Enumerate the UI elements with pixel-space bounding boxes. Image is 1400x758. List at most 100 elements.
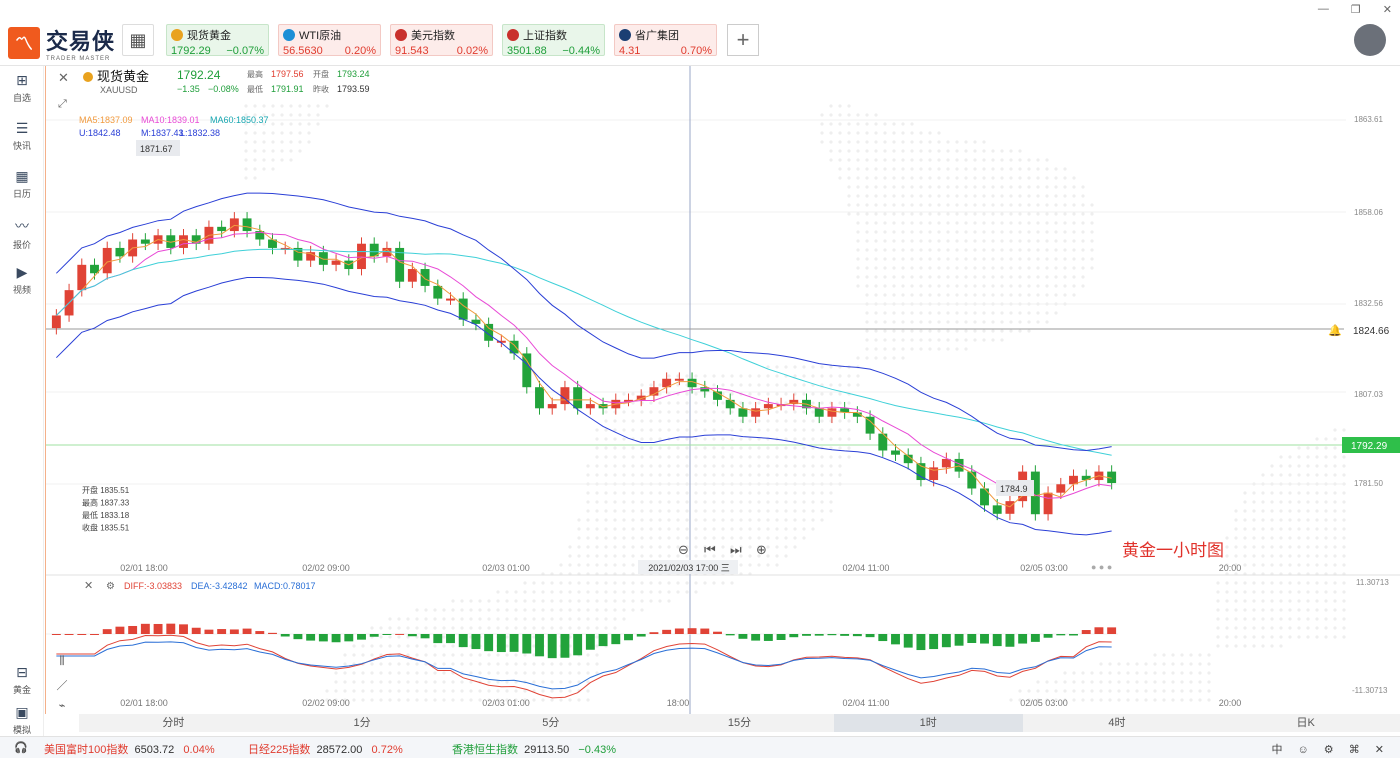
quote-card[interactable]: 上证指数 3501.88 −0.44%: [502, 24, 605, 57]
map-dot: [1306, 635, 1310, 639]
sidebar-item-6[interactable]: ▣ 模拟: [0, 704, 44, 736]
map-dot: [766, 509, 770, 513]
map-dot: [469, 653, 473, 657]
quote-card[interactable]: 省广集团 4.31 0.70%: [614, 24, 717, 57]
avatar[interactable]: [1354, 24, 1386, 56]
sidebar-item-1[interactable]: ☰ 快讯: [0, 120, 44, 152]
status-index[interactable]: 美国富时100指数 6503.72 0.04%: [44, 741, 215, 757]
timeframe-tab[interactable]: 日K: [1211, 714, 1400, 732]
status-index[interactable]: 香港恒生指数 29113.50 −0.43%: [452, 741, 616, 757]
map-dot: [595, 518, 599, 522]
quote-card[interactable]: WTI原油 56.5630 0.20%: [278, 24, 381, 57]
layout-grid-button[interactable]: ▦: [122, 24, 154, 56]
candle-style-icon[interactable]: ⫼: [49, 655, 75, 677]
map-dot: [892, 248, 896, 252]
map-dot: [1234, 554, 1238, 558]
map-dot: [955, 320, 959, 324]
candle: [535, 387, 544, 409]
map-dot: [1279, 617, 1283, 621]
minimize-button[interactable]: —: [1318, 3, 1329, 16]
sidebar-item-5[interactable]: ⊟ 黄金: [0, 664, 44, 696]
map-dot: [622, 410, 626, 414]
map-dot: [928, 311, 932, 315]
map-dot: [451, 653, 455, 657]
map-dot: [541, 581, 545, 585]
map-dot: [1297, 500, 1301, 504]
sidebar-item-3[interactable]: 〰报价: [0, 216, 44, 251]
map-dot: [1270, 536, 1274, 540]
map-dot: [865, 320, 869, 324]
map-dot: [415, 626, 419, 630]
quote-price: 91.543: [395, 45, 429, 57]
map-dot: [1180, 680, 1184, 684]
map-dot: [766, 374, 770, 378]
map-dot: [1297, 608, 1301, 612]
map-dot: [1009, 194, 1013, 198]
timeframe-tab[interactable]: 5分: [456, 714, 645, 732]
map-dot: [937, 320, 941, 324]
map-dot: [1306, 500, 1310, 504]
map-dot: [334, 689, 338, 693]
map-dot: [883, 275, 887, 279]
map-dot: [892, 149, 896, 153]
map-dot: [658, 527, 662, 531]
timeframe-tab[interactable]: 15分: [645, 714, 834, 732]
sidebar-item-0[interactable]: ⊞ 自选: [0, 72, 44, 104]
map-dot: [1243, 509, 1247, 513]
close-window-button[interactable]: ✕: [1383, 3, 1392, 16]
sidebar-item-4[interactable]: ▶ 视频: [0, 264, 44, 296]
price-chart[interactable]: ✕⤢现货黄金XAUUSD1792.24−1.35 −0.08%最高 1797.56 开…: [46, 66, 1400, 744]
draw-line-icon[interactable]: ／: [49, 677, 75, 699]
map-dot: [1243, 545, 1247, 549]
map-dot: [1099, 698, 1103, 702]
map-dot: [1225, 635, 1229, 639]
map-dot: [1045, 194, 1049, 198]
macd-bar: [1030, 634, 1040, 642]
timeframe-tab[interactable]: 1时: [833, 714, 1023, 732]
indicator-icon[interactable]: ⌁: [49, 699, 75, 721]
map-dot: [1315, 455, 1319, 459]
macd-bar: [891, 634, 900, 645]
map-dot: [1324, 518, 1328, 522]
map-dot: [559, 689, 563, 693]
timeframe-tab[interactable]: 4时: [1023, 714, 1212, 732]
timeframe-tab[interactable]: 1分: [268, 714, 457, 732]
map-dot: [865, 356, 869, 360]
timeframe-tab[interactable]: 分时: [79, 714, 268, 732]
status-index[interactable]: 日经225指数 28572.00 0.72%: [248, 741, 403, 757]
map-dot: [793, 455, 797, 459]
map-dot: [1288, 491, 1292, 495]
headset-icon[interactable]: 🎧: [14, 741, 28, 754]
minus-zoom-icon[interactable]: ⊖: [678, 542, 689, 557]
map-dot: [856, 221, 860, 225]
map-dot: [1243, 554, 1247, 558]
map-dot: [757, 518, 761, 522]
map-dot: [433, 644, 437, 648]
quote-card[interactable]: 现货黄金 1792.29 −0.07%: [166, 24, 269, 57]
map-dot: [487, 599, 491, 603]
sidebar-item-2[interactable]: ▦ 日历: [0, 168, 44, 200]
map-dot: [1288, 518, 1292, 522]
map-dot: [397, 626, 401, 630]
plus-zoom-icon[interactable]: ⊕: [756, 542, 767, 557]
next-icon[interactable]: ⏭: [730, 542, 742, 557]
map-dot: [379, 644, 383, 648]
prev-icon[interactable]: ⏮: [704, 542, 716, 557]
map-dot: [1252, 554, 1256, 558]
maximize-button[interactable]: ❐: [1351, 3, 1361, 16]
map-dot: [775, 410, 779, 414]
map-dot: [433, 626, 437, 630]
map-dot: [559, 599, 563, 603]
map-dot: [613, 446, 617, 450]
map-dot: [730, 518, 734, 522]
quote-card[interactable]: 美元指数 91.543 0.02%: [390, 24, 493, 57]
add-quote-button[interactable]: +: [727, 24, 759, 56]
map-dot: [1144, 689, 1148, 693]
map-dot: [829, 131, 833, 135]
status-index-price: 29113.50: [524, 744, 570, 756]
map-dot: [1252, 644, 1256, 648]
candle: [941, 458, 951, 468]
map-dot: [1324, 446, 1328, 450]
map-dot: [991, 158, 995, 162]
map-dot: [937, 257, 941, 261]
